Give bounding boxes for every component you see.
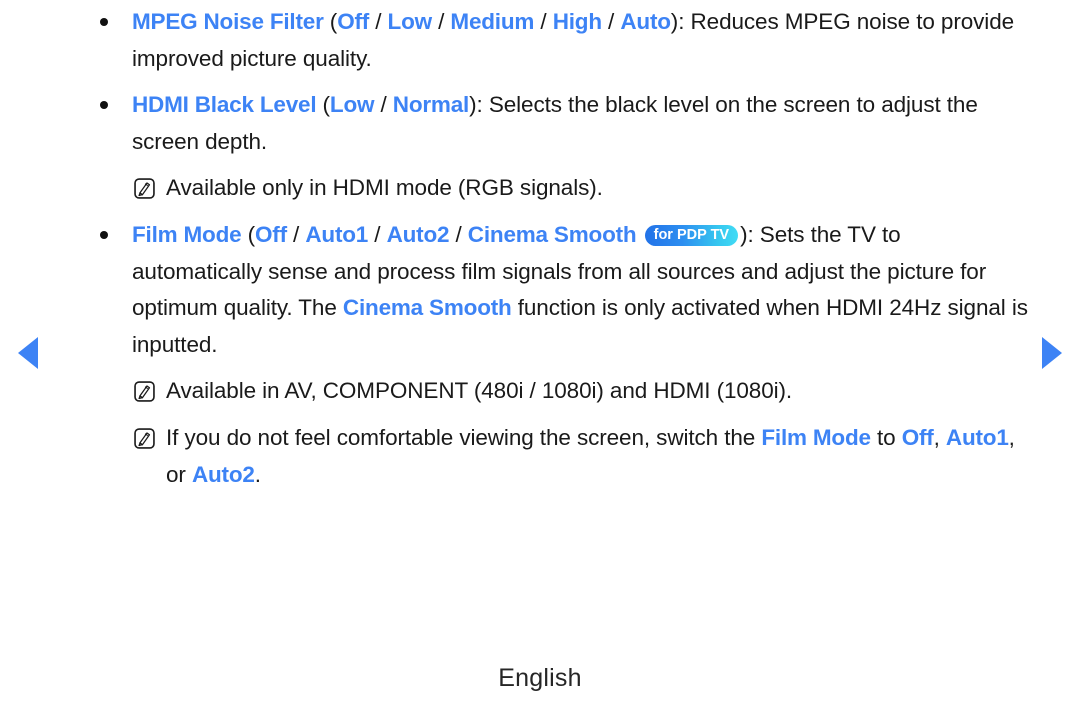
close-paren-1: )	[469, 92, 477, 118]
note-text-available-sources: Available in AV, COMPONENT (480i / 1080i…	[166, 378, 793, 404]
bullet-dot-icon	[100, 230, 108, 239]
content-column: MPEG Noise Filter (Off / Low / Medium / …	[90, 4, 1030, 503]
tail-option-auto1: Auto1	[945, 424, 1009, 450]
option-mpeg-low: Low	[387, 9, 433, 34]
page-language-footer: English	[498, 664, 582, 692]
option-mpeg-high: High	[552, 9, 602, 34]
note-text-hdmi-rgb: Available only in HDMI mode (RGB signals…	[166, 175, 603, 201]
option-hdmi-low: Low	[329, 92, 375, 118]
close-paren-3: )	[740, 221, 748, 247]
option-film-auto1: Auto1	[305, 221, 369, 247]
tail-end-period: .	[254, 461, 261, 487]
option-mpeg-medium: Medium	[450, 9, 535, 34]
note-text-comfort-b: to	[870, 424, 902, 450]
inline-keyword-cinema-smooth: Cinema Smooth	[342, 295, 512, 321]
note-pencil-icon	[134, 428, 155, 449]
keyword-hdmi-black-level: HDMI Black Level	[132, 92, 317, 118]
note-pencil-icon	[134, 178, 155, 200]
triangle-right-icon[interactable]	[1042, 337, 1062, 369]
note-item-available-sources: Available in AV, COMPONENT (480i / 1080i…	[90, 373, 1030, 410]
note-text-comfort-a: If you do not feel comfortable viewing t…	[166, 424, 762, 450]
triangle-left-icon[interactable]	[18, 337, 38, 369]
tail-option-off: Off	[901, 424, 934, 450]
open-paren-0: (	[323, 9, 338, 34]
tail-sep-1: ,	[933, 424, 946, 450]
open-paren-1: (	[316, 92, 331, 118]
note-item-comfort-switch: If you do not feel comfortable viewing t…	[90, 420, 1030, 493]
sep-3-2: /	[449, 221, 468, 247]
bullet-dot-icon	[100, 18, 108, 26]
bullet-item-film-mode: Film Mode (Off / Auto1 / Auto2 / Cinema …	[90, 217, 1030, 363]
bullet-item-mpeg-noise-filter: MPEG Noise Filter (Off / Low / Medium / …	[90, 4, 1030, 77]
keyword-film-mode: Film Mode	[132, 221, 242, 247]
sep-0-1: /	[431, 9, 451, 34]
option-film-auto2: Auto2	[386, 221, 450, 247]
badge-for-pdp-tv: for PDP TV	[644, 224, 739, 246]
sep-0-0: /	[369, 9, 388, 34]
sep-3-0: /	[286, 221, 306, 247]
sep-0-3: /	[601, 9, 621, 34]
option-mpeg-off: Off	[337, 9, 370, 34]
option-hdmi-normal: Normal	[392, 92, 470, 118]
open-paren-3: (	[241, 221, 256, 247]
bullet-dot-icon	[100, 101, 108, 110]
keyword-mpeg-noise-filter: MPEG Noise Filter	[132, 9, 324, 34]
tail-option-auto2: Auto2	[191, 461, 255, 487]
option-film-off: Off	[255, 221, 287, 247]
inline-keyword-film-mode: Film Mode	[761, 424, 871, 450]
sep-1-0: /	[374, 92, 393, 118]
bullet-item-hdmi-black-level: HDMI Black Level (Low / Normal): Selects…	[90, 87, 1030, 160]
sep-0-2: /	[534, 9, 553, 34]
sep-3-1: /	[368, 221, 387, 247]
manual-page: MPEG Noise Filter (Off / Low / Medium / …	[0, 0, 1080, 705]
option-film-cinema-smooth: Cinema Smooth	[467, 221, 637, 247]
option-mpeg-auto: Auto	[620, 9, 671, 34]
note-pencil-icon	[134, 381, 155, 403]
note-item-hdmi-rgb: Available only in HDMI mode (RGB signals…	[90, 170, 1030, 207]
